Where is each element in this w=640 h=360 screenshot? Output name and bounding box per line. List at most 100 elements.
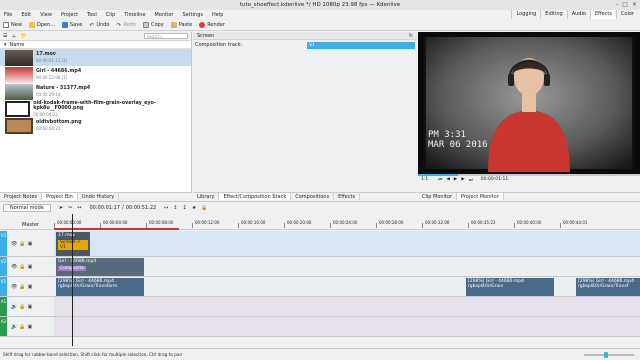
hide-icon[interactable]: 👁: [11, 284, 17, 290]
tab-project-notes[interactable]: Project Notes: [0, 193, 43, 200]
save-button[interactable]: Save: [62, 21, 82, 28]
undo-button[interactable]: ↶ Undo: [89, 22, 109, 29]
target-icon[interactable]: ▣: [28, 264, 33, 270]
composition-track-row: Composition track: V1: [193, 40, 417, 50]
open-button[interactable]: Open...: [28, 21, 55, 28]
menu-project[interactable]: Project: [61, 12, 78, 18]
mode-select[interactable]: Normal mode: [3, 203, 51, 212]
layout-color[interactable]: Color: [615, 10, 638, 19]
composition-track-select[interactable]: V1: [307, 41, 415, 49]
redo-button[interactable]: ↷ Redo: [116, 22, 136, 29]
menu-clip[interactable]: Clip: [106, 12, 115, 18]
timeline-clip[interactable]: [298%] Girl - 44686.mp4 rgbsplit0r/Grain/…: [56, 278, 144, 296]
lift-icon[interactable]: ↥: [173, 205, 177, 211]
lock-icon[interactable]: 🔒: [19, 304, 25, 310]
menu-timeline[interactable]: Timeline: [124, 12, 145, 18]
rewind-icon[interactable]: ⏮: [438, 177, 442, 183]
folder-icon[interactable]: 📁: [21, 33, 27, 39]
menu-monitor[interactable]: Monitor: [154, 12, 173, 18]
next-frame-icon[interactable]: ▶: [461, 177, 464, 182]
hide-icon[interactable]: 👁: [11, 264, 17, 270]
tab-project-bin[interactable]: Project Bin: [42, 193, 78, 200]
target-icon[interactable]: ▣: [28, 241, 33, 247]
track-lane-a1[interactable]: [54, 297, 640, 317]
minimize-icon[interactable]: –: [615, 1, 618, 8]
tab-library[interactable]: Library: [193, 193, 220, 200]
tab-project-monitor[interactable]: Project Monitor: [457, 193, 504, 200]
menu-edit[interactable]: Edit: [21, 12, 31, 18]
target-icon[interactable]: ▣: [28, 284, 33, 290]
menu-settings[interactable]: Settings: [183, 12, 204, 18]
window-controls: – □ ✕: [615, 1, 637, 8]
render-button[interactable]: Render: [199, 21, 225, 28]
tab-clip-monitor[interactable]: Clip Monitor: [418, 193, 458, 200]
clip-effects: Screen > V1: [58, 240, 88, 250]
timeline-clip[interactable]: [298%] Girl - 44686.mp4 rgbsplit0r/Grain/…: [576, 278, 640, 296]
hide-icon[interactable]: 👁: [11, 241, 17, 247]
target-icon[interactable]: ▣: [27, 324, 32, 330]
track-lane-v2[interactable]: Girl - 44686.mp4Composite: [54, 257, 640, 277]
spacer-tool-icon[interactable]: ↔: [77, 205, 81, 211]
layout-effects[interactable]: Effects: [589, 10, 616, 19]
paste-button[interactable]: Paste: [170, 21, 192, 28]
marker-icon[interactable]: ★: [192, 205, 196, 211]
list-item[interactable]: Girl - 44686.mp4 00:00:22:08 [1]: [0, 66, 191, 83]
menu-icon[interactable]: ☰: [3, 33, 7, 39]
lock-icon[interactable]: 🔒: [19, 324, 25, 330]
right-tabs: Clip Monitor Project Monitor: [418, 192, 640, 200]
maximize-icon[interactable]: □: [622, 1, 628, 8]
menu-help[interactable]: Help: [212, 12, 223, 18]
mute-icon[interactable]: 🔊: [11, 324, 17, 330]
lock-icon[interactable]: 🔒: [19, 241, 25, 247]
select-tool-icon[interactable]: ➤: [59, 205, 63, 211]
timeline-clip[interactable]: 17.mov Screen > V1: [56, 232, 90, 256]
list-item[interactable]: Nature - 31377.mp4 00:00:29:14: [0, 83, 191, 100]
add-clip-icon[interactable]: ＋: [11, 33, 16, 40]
reset-icon[interactable]: ↻: [409, 33, 413, 39]
timeline-clip[interactable]: Girl - 44686.mp4Composite: [56, 258, 144, 276]
menu-file[interactable]: File: [4, 12, 12, 18]
layout-logging[interactable]: Logging: [511, 10, 540, 19]
new-button[interactable]: New: [3, 21, 22, 28]
timecode-display[interactable]: 00:00:01:11: [481, 177, 508, 182]
menu-tool[interactable]: Tool: [87, 12, 97, 18]
play-icon[interactable]: ▶: [454, 177, 457, 182]
copy-button[interactable]: Copy: [143, 21, 164, 28]
menu-view[interactable]: View: [40, 12, 52, 18]
monitor-screen[interactable]: PM 3:31 MAR 06 2016: [418, 32, 640, 174]
razor-tool-icon[interactable]: ✂: [68, 205, 72, 211]
track-lane-a2[interactable]: [54, 317, 640, 337]
render-icon: [199, 21, 206, 28]
layout-audio[interactable]: Audio: [566, 10, 590, 19]
close-icon[interactable]: ✕: [632, 1, 637, 8]
list-item[interactable]: oldtvbottom.png 00:00:04:23: [0, 117, 191, 134]
mute-icon[interactable]: 🔊: [11, 304, 17, 310]
timeline-clip[interactable]: [298%] Girl - 44686.mp4 rgbsplit0r/Grain: [466, 278, 554, 296]
playhead[interactable]: [72, 214, 73, 346]
list-item[interactable]: 17.mov 00:00:01:11 [1]: [0, 49, 191, 66]
prev-frame-icon[interactable]: ◀: [446, 177, 449, 182]
forward-icon[interactable]: ⏭: [469, 177, 473, 183]
clip-effects: rgbsplit0r/Grain/Transform: [58, 284, 118, 289]
zoom-select[interactable]: 1:1: [421, 177, 428, 182]
layout-editing[interactable]: Editing: [540, 10, 566, 19]
target-icon[interactable]: ▣: [27, 304, 32, 310]
insert-icon[interactable]: ↦: [164, 205, 168, 211]
lock-icon[interactable]: 🔒: [201, 205, 207, 211]
timeline-ruler[interactable]: Master 00:00:00:00 00:00:04:00 00:00:08:00…: [0, 214, 640, 230]
ruler-tick-label: 00:00:44:01: [563, 220, 588, 225]
tab-compositions[interactable]: Compositions: [291, 193, 335, 200]
track-lane-v3[interactable]: 17.mov Screen > V1: [54, 231, 640, 257]
track-lane-v1[interactable]: [298%] Girl - 44686.mp4 rgbsplit0r/Grain/…: [54, 277, 640, 297]
lock-icon[interactable]: 🔒: [19, 284, 25, 290]
extract-icon[interactable]: ↧: [183, 205, 187, 211]
tab-effect-stack[interactable]: Effect/Composition Stack: [219, 193, 292, 200]
sort-icon[interactable]: ▾: [4, 42, 7, 48]
search-input[interactable]: Search...: [144, 33, 188, 39]
zoom-slider[interactable]: [584, 351, 634, 358]
tab-undo-history[interactable]: Undo History: [78, 193, 120, 200]
list-item[interactable]: old-kodak-frame-with-film-grain-overlay_…: [0, 100, 191, 117]
lock-icon[interactable]: 🔒: [19, 264, 25, 270]
tab-effects[interactable]: Effects: [334, 193, 361, 200]
ruler-tick: [192, 223, 193, 228]
